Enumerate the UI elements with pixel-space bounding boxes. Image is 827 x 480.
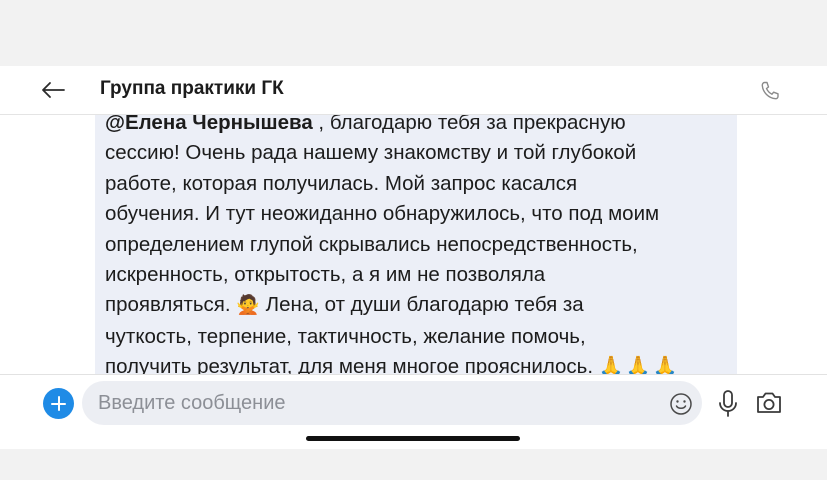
- message-line: определением глупой скрывались непосредс…: [105, 232, 638, 256]
- smiley-icon: [670, 393, 692, 415]
- call-button[interactable]: [758, 79, 782, 103]
- home-indicator: [306, 436, 520, 441]
- message-line: работе, которая получилась. Мой запрос к…: [105, 171, 578, 195]
- emoji-button[interactable]: [669, 392, 693, 416]
- phone-icon: [761, 81, 779, 100]
- message-line: проявляться. 🙅 Лена, от души благодарю т…: [105, 290, 735, 321]
- arrow-left-icon: [42, 82, 65, 98]
- message-line: искренность, открытость, а я им не позво…: [105, 263, 546, 287]
- back-button[interactable]: [40, 78, 66, 102]
- chat-header: Группа практики ГК: [0, 66, 827, 115]
- add-attachment-button[interactable]: [43, 388, 74, 419]
- microphone-button[interactable]: [717, 389, 739, 419]
- message-line: получить результат, для меня многое проя…: [105, 352, 735, 374]
- message-line: обучения. И тут неожиданно обнаружилось,…: [105, 202, 660, 226]
- chat-title: Группа практики ГК: [100, 78, 284, 99]
- camera-button[interactable]: [755, 390, 783, 416]
- message-text: @Елена Чернышева , благодарю тебя за пре…: [105, 114, 735, 374]
- message-input-placeholder: Введите сообщение: [98, 392, 286, 414]
- microphone-icon: [719, 390, 737, 417]
- message-input[interactable]: Введите сообщение: [82, 381, 702, 425]
- message-line: сессию! Очень рада нашему знакомству и т…: [105, 141, 637, 165]
- message-line: чуткость, терпение, тактичность, желание…: [105, 324, 586, 348]
- message-list[interactable]: @Елена Чернышева , благодарю тебя за пре…: [0, 114, 827, 374]
- message-line: @Елена Чернышева , благодарю тебя за пре…: [105, 114, 735, 138]
- camera-icon: [757, 392, 781, 413]
- folded-hands-emoji: 🙏🙏🙏: [598, 356, 680, 374]
- user-mention[interactable]: @Елена Чернышева: [105, 114, 313, 134]
- person-gesturing-no-emoji: 🙅: [236, 295, 260, 317]
- chat-screen: Группа практики ГК @Елена Чернышева , бл…: [0, 0, 827, 480]
